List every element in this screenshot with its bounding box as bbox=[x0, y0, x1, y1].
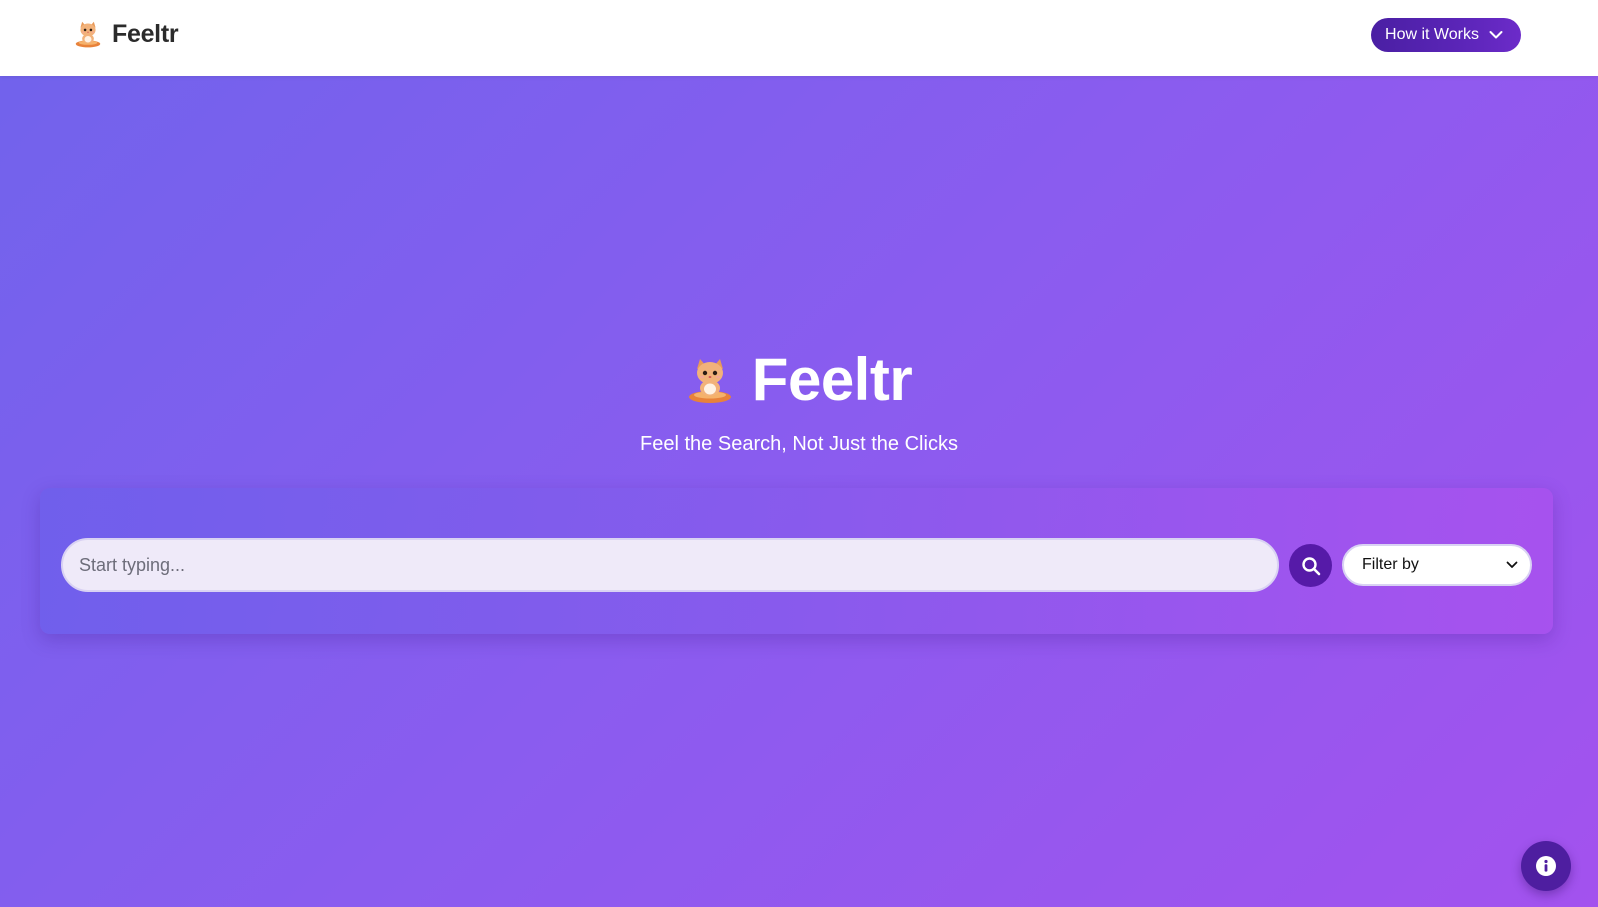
cat-logo-icon bbox=[688, 359, 731, 403]
search-panel: Filter by bbox=[40, 488, 1553, 634]
brand-name: Feeltr bbox=[112, 19, 179, 48]
search-input[interactable] bbox=[61, 538, 1279, 592]
top-navigation-bar: Feeltr How it Works bbox=[0, 0, 1598, 76]
how-it-works-label: How it Works bbox=[1385, 26, 1479, 43]
hero-tagline: Feel the Search, Not Just the Clicks bbox=[640, 433, 958, 455]
how-it-works-button[interactable]: How it Works bbox=[1371, 18, 1521, 52]
hero-title: Feeltr bbox=[751, 346, 913, 413]
chevron-down-icon bbox=[1489, 31, 1503, 39]
cat-logo-icon bbox=[75, 21, 101, 48]
info-icon bbox=[1536, 856, 1556, 876]
search-button[interactable] bbox=[1289, 544, 1332, 587]
brand[interactable]: Feeltr bbox=[74, 19, 179, 49]
chevron-down-icon bbox=[1506, 561, 1518, 568]
info-button[interactable] bbox=[1521, 841, 1571, 891]
search-icon bbox=[1301, 556, 1320, 575]
filter-selected-value: Filter by bbox=[1362, 556, 1419, 573]
filter-dropdown[interactable]: Filter by bbox=[1342, 544, 1532, 586]
hero-heading: Feeltr bbox=[0, 348, 1598, 412]
